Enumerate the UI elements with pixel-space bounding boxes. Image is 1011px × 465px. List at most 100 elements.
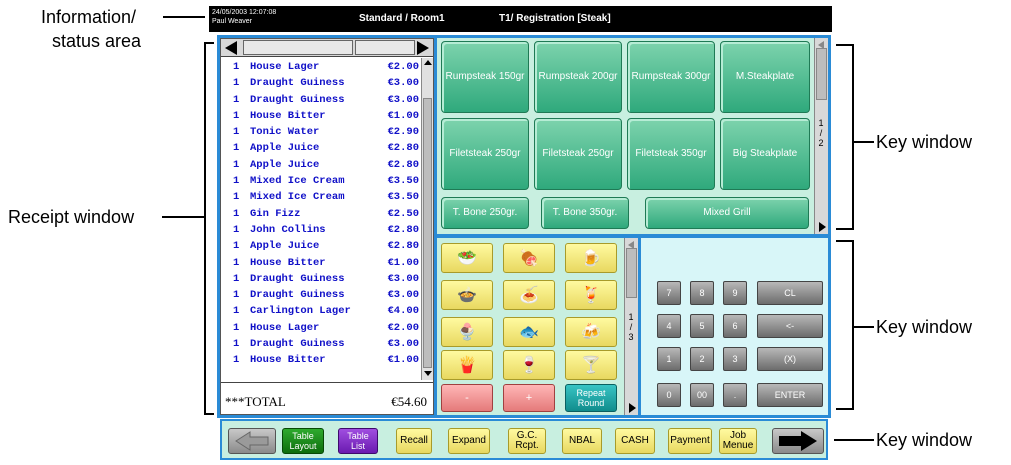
martini-button[interactable]: 🍸: [565, 350, 617, 380]
rumpsteak-300-button[interactable]: Rumpsteak 300gr: [627, 41, 715, 113]
receipt-line[interactable]: 1 House Bitter €1.00: [223, 354, 419, 370]
receipt-line[interactable]: 1 John Collins €2.80: [223, 224, 419, 240]
scroll-down-icon[interactable]: [424, 371, 432, 376]
expand-button[interactable]: Expand: [448, 428, 490, 454]
receipt-line[interactable]: 1 Apple Juice €2.80: [223, 159, 419, 175]
key-6[interactable]: 6: [723, 314, 747, 338]
payment-button[interactable]: Payment: [668, 428, 712, 454]
scroll-left-icon[interactable]: [225, 41, 237, 55]
fish-button[interactable]: 🐟: [503, 317, 555, 347]
receipt-callout: Receipt window: [8, 207, 135, 227]
mixed-grill-button[interactable]: Mixed Grill: [645, 197, 809, 229]
repeat-round-button[interactable]: Repeat Round: [565, 384, 617, 412]
key-9[interactable]: 9: [723, 281, 747, 305]
receipt-vscroll-thumb[interactable]: [423, 98, 432, 368]
job-menue-button[interactable]: Job Menue: [719, 428, 757, 454]
clear-button[interactable]: CL: [757, 281, 823, 305]
big-steakplate-button[interactable]: Big Steakplate: [720, 118, 810, 190]
salad-button[interactable]: 🥗: [441, 243, 493, 273]
t-bone-350-button[interactable]: T. Bone 350gr.: [541, 197, 629, 229]
receipt-line[interactable]: 1 House Lager €2.00: [223, 322, 419, 338]
beer-mug-icon: 🍺: [581, 250, 601, 267]
key-dot[interactable]: .: [723, 383, 747, 407]
arrow-left-icon: [235, 431, 269, 451]
key-2[interactable]: 2: [690, 347, 714, 371]
receipt-line[interactable]: 1 Tonic Water €2.90: [223, 126, 419, 142]
receipt-line-price: €3.00: [387, 77, 419, 90]
minus-button[interactable]: -: [441, 384, 493, 412]
key-7[interactable]: 7: [657, 281, 681, 305]
receipt-line-price: €2.00: [387, 321, 419, 334]
receipt-line[interactable]: 1 House Bitter €1.00: [223, 257, 419, 273]
multiply-button[interactable]: (X): [757, 347, 823, 371]
steak-key-scroll-thumb[interactable]: [816, 48, 827, 100]
table-list-button[interactable]: Table List: [338, 428, 378, 454]
receipt-line[interactable]: 1 Draught Guiness €3.00: [223, 94, 419, 110]
page-down-icon[interactable]: [819, 222, 826, 232]
key-5[interactable]: 5: [690, 314, 714, 338]
receipt-vscrollbar[interactable]: [421, 58, 433, 380]
receipt-line[interactable]: 1 Draught Guiness €3.00: [223, 338, 419, 354]
receipt-line[interactable]: 1 Mixed Ice Cream €3.50: [223, 175, 419, 191]
key-mid-callout-line: [852, 326, 874, 328]
martini-icon: 🍸: [581, 357, 601, 374]
rumpsteak-200-button[interactable]: Rumpsteak 200gr: [534, 41, 622, 113]
status-datetime: 24/05/2003 12:07:08: [212, 9, 277, 16]
filetsteak-250-button[interactable]: Filetsteak 250gr: [441, 118, 529, 190]
back-arrow-button[interactable]: [228, 428, 276, 454]
receipt-line-price: €1.00: [387, 256, 419, 269]
receipt-line[interactable]: 1 Gin Fizz €2.50: [223, 208, 419, 224]
key-8[interactable]: 8: [690, 281, 714, 305]
t-bone-250-button[interactable]: T. Bone 250gr.: [441, 197, 529, 229]
cash-button[interactable]: CASH: [615, 428, 655, 454]
receipt-line-price: €2.80: [387, 240, 419, 253]
fries-button[interactable]: 🍟: [441, 350, 493, 380]
scroll-right-icon[interactable]: [417, 41, 429, 55]
receipt-line[interactable]: 1 Apple Juice €2.80: [223, 142, 419, 158]
receipt-hscrollbar[interactable]: [221, 39, 433, 57]
receipt-line[interactable]: 1 House Lager €2.00: [223, 61, 419, 77]
receipt-hscroll-track[interactable]: [355, 40, 415, 55]
item-key-scroll-thumb[interactable]: [626, 248, 637, 298]
grilled-meat-button[interactable]: 🍖: [503, 243, 555, 273]
receipt-line[interactable]: 1 Carlington Lager €4.00: [223, 305, 419, 321]
key-4[interactable]: 4: [657, 314, 681, 338]
key-3[interactable]: 3: [723, 347, 747, 371]
plate-button[interactable]: 🍝: [503, 280, 555, 310]
receipt-line[interactable]: 1 Draught Guiness €3.00: [223, 289, 419, 305]
filetsteak-350-button[interactable]: Filetsteak 350gr: [627, 118, 715, 190]
filetsteak-250b-button[interactable]: Filetsteak 250gr: [534, 118, 622, 190]
receipt-hscroll-thumb[interactable]: [243, 40, 353, 55]
page-down-icon[interactable]: [629, 403, 636, 413]
receipt-line[interactable]: 1 House Bitter €1.00: [223, 110, 419, 126]
receipt-line[interactable]: 1 Draught Guiness €3.00: [223, 77, 419, 93]
rumpsteak-150-button[interactable]: Rumpsteak 150gr: [441, 41, 529, 113]
receipt-line[interactable]: 1 Draught Guiness €3.00: [223, 273, 419, 289]
table-layout-button[interactable]: Table Layout: [282, 428, 324, 454]
key-1[interactable]: 1: [657, 347, 681, 371]
soup-button[interactable]: 🍲: [441, 280, 493, 310]
key-0[interactable]: 0: [657, 383, 681, 407]
wine-icon: 🍷: [519, 357, 539, 374]
plus-button[interactable]: +: [503, 384, 555, 412]
enter-button[interactable]: ENTER: [757, 383, 823, 407]
ice-cream-button[interactable]: 🍨: [441, 317, 493, 347]
beer-glass-button[interactable]: 🍻: [565, 317, 617, 347]
receipt-line-name: Gin Fizz: [250, 207, 301, 220]
backspace-button[interactable]: <-: [757, 314, 823, 338]
recall-button[interactable]: Recall: [396, 428, 432, 454]
wine-button[interactable]: 🍷: [503, 350, 555, 380]
m-steakplate-button[interactable]: M.Steakplate: [720, 41, 810, 113]
key-00[interactable]: 00: [690, 383, 714, 407]
receipt-line[interactable]: 1 Apple Juice €2.80: [223, 240, 419, 256]
forward-arrow-button[interactable]: [772, 428, 824, 454]
scroll-up-icon[interactable]: [424, 60, 432, 65]
receipt-line-name: Draught Guiness: [250, 93, 345, 106]
cocktail-glass-button[interactable]: 🍹: [565, 280, 617, 310]
beer-mug-button[interactable]: 🍺: [565, 243, 617, 273]
fries-icon: 🍟: [457, 357, 477, 374]
receipt-line[interactable]: 1 Mixed Ice Cream €3.50: [223, 191, 419, 207]
nbal-button[interactable]: NBAL: [562, 428, 602, 454]
receipt-line-qty: 1: [233, 321, 240, 334]
gc-rcpt-button[interactable]: G.C. Rcpt.: [508, 428, 546, 454]
